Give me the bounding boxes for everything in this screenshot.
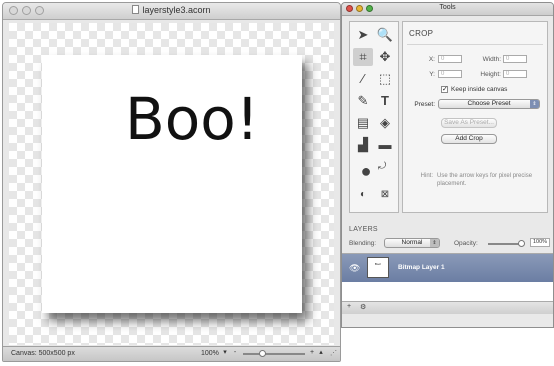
zoom-slider[interactable] — [243, 353, 305, 355]
layer-list: 👁 Boo! Bitmap Layer 1 + ⚙ — [342, 253, 553, 314]
status-bar: Canvas: 500x500 px 100% ▾ - + ▴ ⋰ — [3, 346, 340, 361]
canvas-text: Boo! — [124, 85, 259, 153]
y-field[interactable]: 0 — [438, 70, 462, 78]
brush-icon[interactable]: ∕ — [353, 70, 373, 88]
document-titlebar[interactable]: layerstyle3.acorn — [3, 3, 340, 20]
text-icon[interactable]: T — [375, 92, 395, 110]
hint-text: Use the arrow keys for pixel precise pla… — [437, 173, 533, 187]
swap-colors-icon[interactable]: ⤾ — [372, 158, 392, 176]
gradient-icon[interactable]: ▤ — [353, 114, 373, 132]
add-layer-button[interactable]: + — [347, 303, 351, 310]
hint-label: Hint: — [420, 173, 433, 179]
x-label: X: — [428, 56, 435, 63]
tools-palette: Tools ➤ 🔍 ⌗ ✥ ∕ ⬚ ✎ T ▤ ◈ ▟ ▬ ● ⤾ ◐ ⊠ CR… — [341, 2, 554, 328]
blending-popup[interactable]: Normal ⇕ — [384, 238, 440, 248]
default-colors-icon[interactable]: ◐ — [353, 186, 373, 204]
add-crop-button[interactable]: Add Crop — [441, 134, 497, 144]
layer-name: Bitmap Layer 1 — [398, 264, 445, 271]
height-label: Height: — [480, 71, 501, 78]
zoom-slider-knob[interactable] — [258, 350, 266, 357]
document-title: layerstyle3.acorn — [3, 5, 340, 15]
blending-label: Blending: — [349, 240, 377, 247]
gear-icon[interactable]: ⚙ — [360, 303, 366, 311]
marquee-icon[interactable]: ⬚ — [375, 70, 395, 88]
zoom-level: 100% — [201, 350, 219, 357]
opacity-label: Opacity: — [454, 240, 478, 247]
preset-popup-value: Choose Preset — [467, 100, 511, 107]
inspector-title: CROP — [409, 29, 434, 38]
document-file-icon — [132, 5, 140, 14]
expand-icon[interactable]: ⊠ — [375, 186, 395, 204]
move-icon[interactable]: ✥ — [375, 48, 395, 66]
tools-titlebar[interactable]: Tools — [342, 3, 553, 16]
blending-popup-value: Normal — [401, 239, 423, 246]
keep-inside-checkbox[interactable]: ✓ — [441, 86, 448, 93]
canvas-size-label: Canvas: 500x500 px — [11, 350, 75, 357]
x-field[interactable]: 0 — [438, 55, 462, 63]
document-title-text: layerstyle3.acorn — [142, 5, 211, 15]
crop-icon[interactable]: ⌗ — [353, 48, 373, 66]
preset-label: Preset: — [414, 101, 435, 108]
width-label: Width: — [482, 56, 501, 63]
tool-inspector: CROP X: 0 Width: 0 Y: 0 Height: 0 ✓ Keep… — [402, 21, 548, 213]
toolbox: ➤ 🔍 ⌗ ✥ ∕ ⬚ ✎ T ▤ ◈ ▟ ▬ ● ⤾ ◐ ⊠ — [349, 21, 399, 213]
document-window: layerstyle3.acorn Boo! Canvas: 500x500 p… — [2, 2, 341, 362]
shape-icon[interactable]: ▬ — [375, 136, 395, 154]
opacity-slider-knob[interactable] — [518, 240, 525, 247]
popup-arrows-icon: ⇕ — [530, 100, 539, 108]
layer-thumbnail: Boo! — [367, 257, 389, 278]
opacity-field[interactable]: 100% — [530, 238, 550, 247]
eyedropper-icon[interactable]: ✎ — [353, 92, 373, 110]
zoom-icon[interactable]: 🔍 — [375, 26, 395, 44]
arrow-select-icon[interactable]: ➤ — [353, 26, 373, 44]
height-field[interactable]: 0 — [503, 70, 527, 78]
keep-inside-label: Keep inside canvas — [451, 86, 508, 93]
clone-icon[interactable]: ▟ — [353, 136, 373, 154]
preset-popup[interactable]: Choose Preset ⇕ — [438, 99, 540, 109]
layers-header: LAYERS — [349, 226, 378, 233]
artboard[interactable]: Boo! — [42, 55, 302, 313]
y-label: Y: — [429, 71, 435, 78]
save-preset-button[interactable]: Save As Preset... — [441, 118, 497, 128]
width-field[interactable]: 0 — [503, 55, 527, 63]
paint-bucket-icon[interactable]: ◈ — [375, 114, 395, 132]
opacity-slider[interactable] — [488, 243, 522, 245]
inspector-divider — [407, 44, 543, 45]
resize-grip-icon[interactable]: ⋰ — [330, 349, 338, 357]
canvas-area[interactable]: Boo! — [9, 23, 334, 345]
eye-icon[interactable]: 👁 — [349, 263, 360, 274]
zoom-menu-icon[interactable]: ▾ — [221, 349, 229, 357]
layers-footer: + ⚙ — [342, 301, 553, 314]
zoom-in-button[interactable]: + — [308, 349, 316, 357]
fit-icon[interactable]: ▴ — [317, 349, 325, 357]
zoom-out-button[interactable]: - — [231, 349, 239, 357]
layer-row[interactable]: 👁 Boo! Bitmap Layer 1 — [342, 254, 553, 282]
blending-arrows-icon: ⇕ — [430, 239, 439, 247]
tools-title: Tools — [439, 4, 456, 11]
